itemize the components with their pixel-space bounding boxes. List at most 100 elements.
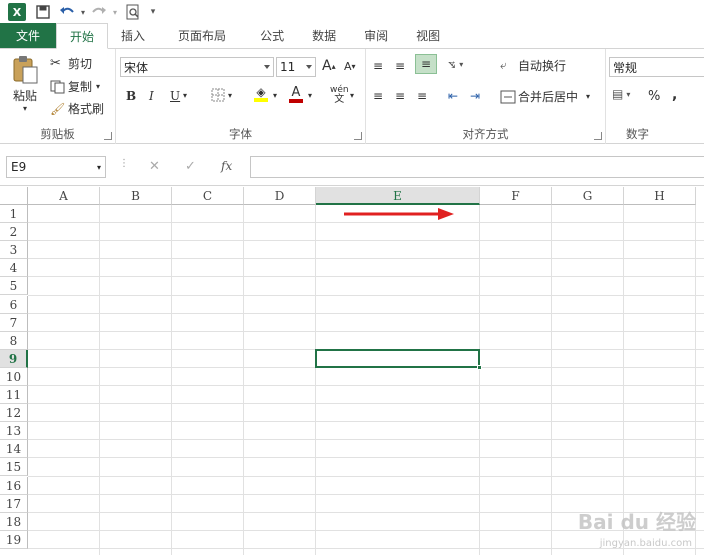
shrink-font-button[interactable]: A ▾ xyxy=(344,60,356,73)
phonetic-dropdown-icon[interactable]: ▾ xyxy=(350,91,354,100)
row-header-2[interactable]: 2 xyxy=(0,223,28,242)
number-group-label: 数字 xyxy=(626,127,649,141)
formula-input[interactable] xyxy=(250,156,704,178)
redo-icon[interactable] xyxy=(88,2,110,22)
undo-icon[interactable] xyxy=(56,2,78,22)
row-header-7[interactable]: 7 xyxy=(0,313,28,332)
font-name-select[interactable]: 宋体 xyxy=(120,57,274,77)
column-header-a[interactable]: A xyxy=(28,187,100,205)
percent-button[interactable]: % xyxy=(648,89,660,104)
row-header-11[interactable]: 11 xyxy=(0,386,28,405)
align-top-button[interactable]: ≡ xyxy=(373,59,383,73)
format-painter-button[interactable]: 🖌 格式刷 xyxy=(50,100,104,117)
name-box[interactable]: E9 ▾ xyxy=(6,156,106,178)
formula-bar: E9 ▾ ⋮ ✕ ✓ fx xyxy=(0,144,704,186)
column-header-b[interactable]: B xyxy=(100,187,172,205)
align-middle-button[interactable]: ≡ xyxy=(395,59,405,73)
tab-formulas[interactable]: 公式 xyxy=(246,23,298,48)
row-header-1[interactable]: 1 xyxy=(0,205,28,224)
decrease-indent-button[interactable]: ⇤ xyxy=(448,89,458,103)
enter-icon[interactable]: ✓ xyxy=(185,159,196,174)
row-header-14[interactable]: 14 xyxy=(0,440,28,459)
baidu-watermark-logo: Bai du 经验 xyxy=(577,510,696,534)
paste-dropdown-icon[interactable]: ▾ xyxy=(23,104,27,113)
worksheet-grid[interactable]: A B C D E F G H 1 2 3 4 5 6 7 8 9 10 11 12 13 14 15 16 17 18 19 xyxy=(0,187,704,555)
row-header-13[interactable]: 13 xyxy=(0,422,28,441)
align-center-button[interactable]: ≡ xyxy=(395,89,405,103)
grow-font-button[interactable]: A ▴ xyxy=(322,58,336,74)
comma-button[interactable]: , xyxy=(672,87,677,103)
font-color-dropdown-icon[interactable]: ▾ xyxy=(308,91,312,100)
merge-center-button[interactable]: 合并后居中 ▾ xyxy=(500,88,590,105)
name-box-dropdown-icon[interactable]: ▾ xyxy=(97,163,101,172)
row-header-6[interactable]: 6 xyxy=(0,295,28,314)
row-header-10[interactable]: 10 xyxy=(0,367,28,386)
column-header-g[interactable]: G xyxy=(552,187,624,205)
borders-button[interactable]: ▾ xyxy=(211,88,232,102)
cancel-icon[interactable]: ✕ xyxy=(149,159,160,174)
row-header-12[interactable]: 12 xyxy=(0,404,28,423)
print-preview-icon[interactable] xyxy=(120,2,146,22)
tab-insert[interactable]: 插入 xyxy=(108,23,158,48)
row-header-8[interactable]: 8 xyxy=(0,331,28,350)
phonetic-button[interactable]: wén 文 xyxy=(330,85,349,105)
row-header-18[interactable]: 18 xyxy=(0,512,28,531)
row-header-4[interactable]: 4 xyxy=(0,259,28,278)
font-color-button[interactable]: A xyxy=(289,86,303,103)
column-header-h[interactable]: H xyxy=(624,187,696,205)
alignment-launcher-icon[interactable] xyxy=(594,132,602,140)
align-left-button[interactable]: ≡ xyxy=(373,89,383,103)
column-header-c[interactable]: C xyxy=(172,187,244,205)
copy-dropdown-icon[interactable]: ▾ xyxy=(96,82,100,91)
fill-color-dropdown-icon[interactable]: ▾ xyxy=(273,91,277,100)
tab-data[interactable]: 数据 xyxy=(298,23,350,48)
number-format-select[interactable]: 常规 xyxy=(609,57,704,77)
borders-dropdown-icon[interactable]: ▾ xyxy=(228,91,232,100)
row-gridline xyxy=(28,475,704,477)
row-header-16[interactable]: 16 xyxy=(0,476,28,495)
column-header-f[interactable]: F xyxy=(480,187,552,205)
column-header-e[interactable]: E xyxy=(316,187,480,205)
tab-view[interactable]: 视图 xyxy=(402,23,454,48)
row-header-9[interactable]: 9 xyxy=(0,349,28,368)
merge-dropdown-icon[interactable]: ▾ xyxy=(586,92,590,101)
accounting-format-button[interactable]: ▤ ▾ xyxy=(612,87,630,101)
tab-review[interactable]: 审阅 xyxy=(350,23,402,48)
font-size-select[interactable]: 11 xyxy=(276,57,316,77)
underline-button[interactable]: U xyxy=(170,89,180,103)
save-icon[interactable] xyxy=(30,2,56,22)
redo-dropdown[interactable]: ▾ xyxy=(110,2,120,22)
bold-button[interactable]: B xyxy=(126,89,136,103)
formula-bar-splitter[interactable]: ⋮ xyxy=(119,158,129,169)
row-header-19[interactable]: 19 xyxy=(0,530,28,549)
copy-button[interactable]: 复制 ▾ xyxy=(50,78,100,95)
wrap-text-button[interactable]: ⤶ 自动换行 xyxy=(500,57,566,74)
fill-color-button[interactable]: ◈ xyxy=(254,86,268,102)
tab-file[interactable]: 文件 xyxy=(0,23,57,48)
underline-dropdown-icon[interactable]: ▾ xyxy=(183,91,187,100)
row-gridline xyxy=(28,222,704,224)
customize-qat-icon[interactable]: ▾ xyxy=(146,2,160,22)
increase-indent-button[interactable]: ⇥ xyxy=(470,89,480,103)
row-header-5[interactable]: 5 xyxy=(0,277,28,296)
tab-home[interactable]: 开始 xyxy=(56,23,109,49)
orientation-button[interactable]: ⦪ ▾ xyxy=(448,57,463,72)
alignment-group-label: 对齐方式 xyxy=(462,127,509,141)
active-cell[interactable] xyxy=(315,348,480,368)
undo-dropdown[interactable]: ▾ xyxy=(78,2,88,22)
fill-handle[interactable] xyxy=(477,364,482,370)
align-right-button[interactable]: ≡ xyxy=(417,89,427,103)
insert-function-icon[interactable]: fx xyxy=(221,159,232,173)
row-header-3[interactable]: 3 xyxy=(0,241,28,260)
cut-button[interactable]: ✂ 剪切 xyxy=(50,55,92,72)
clipboard-launcher-icon[interactable] xyxy=(104,132,112,140)
font-launcher-icon[interactable] xyxy=(354,132,362,140)
row-header-17[interactable]: 17 xyxy=(0,494,28,513)
italic-button[interactable]: I xyxy=(149,89,154,103)
align-bottom-button[interactable]: ≡ xyxy=(415,54,437,74)
column-header-d[interactable]: D xyxy=(244,187,316,205)
paste-button[interactable]: 粘贴 ▾ xyxy=(8,55,42,115)
select-all-corner[interactable] xyxy=(0,187,28,205)
tab-page-layout[interactable]: 页面布局 xyxy=(158,23,246,48)
row-header-15[interactable]: 15 xyxy=(0,458,28,477)
